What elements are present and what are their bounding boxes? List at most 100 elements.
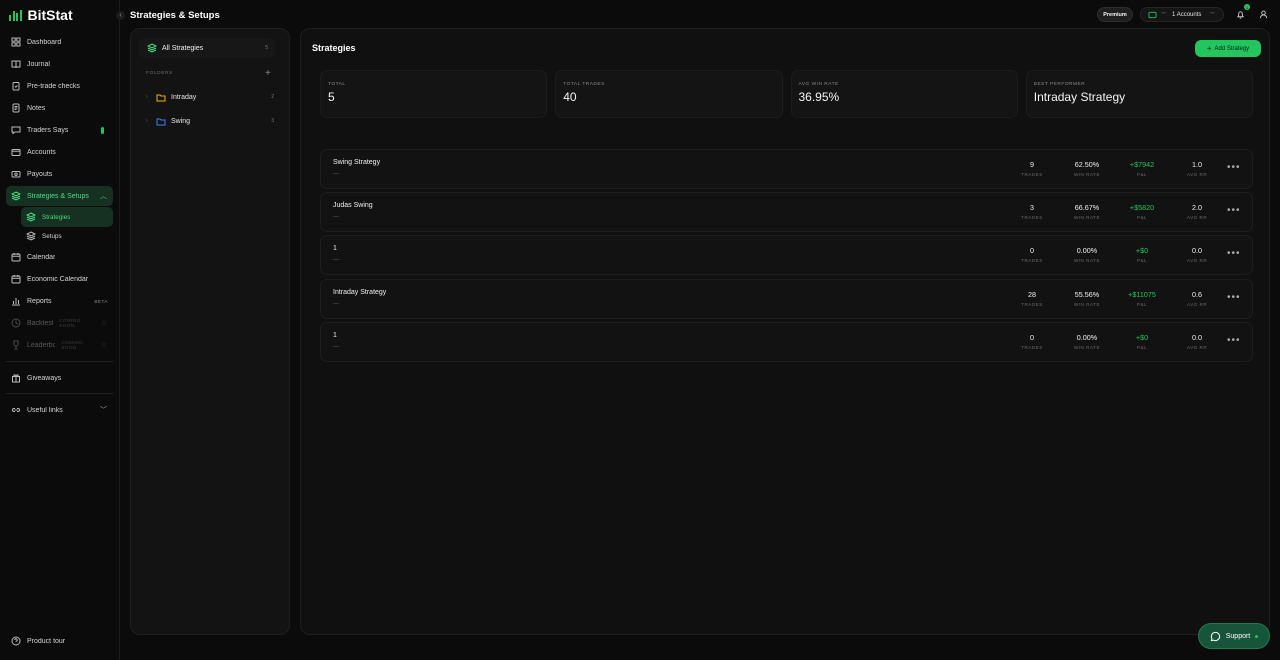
sidebar-item-label: Reports — [27, 297, 52, 305]
sidebar-item-label: Useful links — [27, 406, 63, 414]
pnl-metric: +$5820 P&L — [1117, 203, 1167, 220]
sidebar-item-journal[interactable]: Journal — [6, 54, 113, 74]
folder-item-intraday[interactable]: › Intraday 2 — [146, 90, 276, 104]
metric-label: P&L — [1136, 301, 1148, 307]
new-indicator-icon — [101, 126, 104, 134]
sidebar-item-giveaways[interactable]: Giveaways — [6, 368, 113, 388]
sidebar-item-label: Pre-trade checks — [27, 82, 80, 90]
metric-value: 0.0 — [1192, 246, 1202, 256]
metric-label: P&L — [1136, 258, 1148, 264]
trades-metric: 9 TRADES — [1007, 160, 1057, 177]
sidebar-item-label: Strategies — [42, 213, 71, 221]
user-menu-button[interactable] — [1256, 7, 1271, 22]
gift-icon — [12, 374, 20, 383]
folder-count: 3 — [271, 118, 274, 124]
support-button[interactable]: Support — [1198, 623, 1270, 649]
more-options-icon[interactable]: ••• — [1227, 162, 1241, 173]
strategies-panel: Strategies + Add Strategy TOTAL 5 TOTAL … — [300, 28, 1270, 635]
star-icon: ☆ — [100, 320, 107, 327]
more-options-icon[interactable]: ••• — [1227, 335, 1241, 346]
top-bar: ‹ Strategies & Setups Premium ﹀ 1 Accoun… — [116, 0, 1280, 30]
sidebar-item-label: Accounts — [27, 148, 56, 156]
stat-label: AVG WIN RATE — [798, 82, 839, 87]
folders-heading: FOLDERS — [146, 71, 173, 76]
metric-value: 1.0 — [1192, 160, 1202, 169]
sidebar-item-economic-calendar[interactable]: Economic Calendar — [6, 269, 113, 289]
sidebar-item-reports[interactable]: Reports BETA — [6, 291, 113, 311]
section-title: Strategies — [312, 43, 356, 53]
sidebar-item-notes[interactable]: Notes — [6, 98, 113, 118]
strategy-list: Swing Strategy — 9 TRADES 62.50% WIN RATE … — [320, 149, 1253, 365]
sidebar-item-label: Strategies & Setups — [27, 192, 89, 200]
layers-icon — [11, 191, 21, 201]
trades-metric: 3 TRADES — [1007, 203, 1057, 220]
sidebar-divider — [6, 393, 113, 394]
metric-value: 0.6 — [1192, 289, 1202, 299]
more-options-icon[interactable]: ••• — [1227, 292, 1241, 303]
collapse-sidebar-button[interactable]: ‹ — [116, 10, 125, 20]
sidebar-item-useful-links[interactable]: Useful links ﹀ — [6, 400, 113, 420]
metric-value: 0.00% — [1076, 246, 1098, 256]
pnl-metric: +$7942 P&L — [1117, 160, 1167, 177]
product-tour-label: Product tour — [27, 637, 66, 645]
metric-label: TRADES — [1021, 344, 1043, 350]
sidebar-item-label: Traders Says — [27, 126, 69, 134]
rr-metric: 1.0 AVG RR — [1172, 160, 1222, 177]
user-icon — [1259, 10, 1268, 19]
sidebar-item-setups[interactable]: Setups — [21, 226, 113, 246]
more-options-icon[interactable]: ••• — [1227, 248, 1241, 259]
premium-badge[interactable]: Premium — [1097, 7, 1133, 22]
strategy-row[interactable]: Judas Swing — 3 TRADES 66.67% WIN RATE +$5… — [320, 192, 1253, 233]
sidebar-item-dashboard[interactable]: Dashboard — [6, 32, 113, 52]
page-title: Strategies & Setups — [130, 9, 220, 21]
sidebar-item-traders-says[interactable]: Traders Says — [6, 120, 113, 140]
rr-metric: 0.0 AVG RR — [1172, 333, 1222, 350]
logo[interactable]: BitStat — [0, 0, 119, 30]
stat-card-avg-win-rate: AVG WIN RATE 36.95% — [790, 70, 1018, 118]
payout-icon — [11, 171, 21, 178]
sidebar-item-calendar[interactable]: Calendar — [6, 247, 113, 267]
strategy-description: — — [333, 343, 339, 350]
sidebar-item-strategies[interactable]: Strategies — [21, 207, 113, 227]
plus-icon: + — [1206, 44, 1212, 53]
layers-icon — [147, 43, 157, 53]
rr-metric: 0.6 AVG RR — [1172, 290, 1222, 307]
add-strategy-label: Add Strategy — [1214, 45, 1250, 52]
strategy-name: 1 — [333, 331, 337, 339]
book-icon — [11, 60, 21, 69]
chevron-right-icon: › — [146, 94, 148, 100]
rr-metric: 0.0 AVG RR — [1172, 246, 1222, 263]
layers-icon — [26, 212, 36, 222]
sidebar-item-strategies-setups[interactable]: Strategies & Setups ︿ — [6, 186, 113, 206]
sidebar-item-backtests: Backtests COMING SOON ☆ — [6, 313, 113, 333]
metric-value: 0 — [1030, 332, 1034, 342]
stat-card-total: TOTAL 5 — [320, 70, 548, 118]
metric-value: 66.67% — [1074, 203, 1100, 213]
strategy-row[interactable]: Swing Strategy — 9 TRADES 62.50% WIN RATE … — [320, 149, 1253, 189]
strategy-row[interactable]: Intraday Strategy — 28 TRADES 55.56% WIN R… — [320, 278, 1253, 319]
sidebar-item-payouts[interactable]: Payouts — [6, 164, 113, 184]
sidebar-item-label: Payouts — [27, 170, 53, 178]
stat-label: BEST PERFORMER — [1033, 82, 1086, 87]
add-strategy-button[interactable]: + Add Strategy — [1195, 40, 1261, 57]
stat-label: TOTAL — [328, 82, 346, 87]
sidebar-item-pre-trade-checks[interactable]: Pre-trade checks — [6, 76, 113, 96]
notification-count-badge: 1 — [1244, 4, 1250, 10]
strategy-row[interactable]: 1 — 0 TRADES 0.00% WIN RATE +$0 P&L 0.0 AVG … — [320, 321, 1253, 362]
sidebar-item-accounts[interactable]: Accounts — [6, 142, 113, 162]
more-options-icon[interactable]: ••• — [1227, 205, 1241, 216]
accounts-selector[interactable]: ﹀ 1 Accounts ﹀ — [1140, 7, 1224, 22]
stat-value: 36.95% — [798, 90, 840, 104]
notifications-button[interactable]: 1 — [1233, 4, 1250, 22]
all-strategies-item[interactable]: All Strategies 5 — [139, 38, 275, 58]
product-tour-link[interactable]: Product tour — [6, 631, 113, 651]
add-folder-button[interactable]: + — [265, 69, 271, 79]
sidebar-item-label: Economic Calendar — [27, 275, 89, 283]
metric-label: AVG RR — [1186, 258, 1208, 264]
metric-label: AVG RR — [1186, 301, 1208, 307]
wallet-icon — [11, 149, 21, 156]
folder-item-swing[interactable]: › Swing 3 — [146, 114, 276, 128]
strategy-description: — — [333, 300, 339, 307]
strategy-row[interactable]: 1 — 0 TRADES 0.00% WIN RATE +$0 P&L 0.0 AVG … — [320, 235, 1253, 276]
metric-label: TRADES — [1021, 215, 1043, 221]
